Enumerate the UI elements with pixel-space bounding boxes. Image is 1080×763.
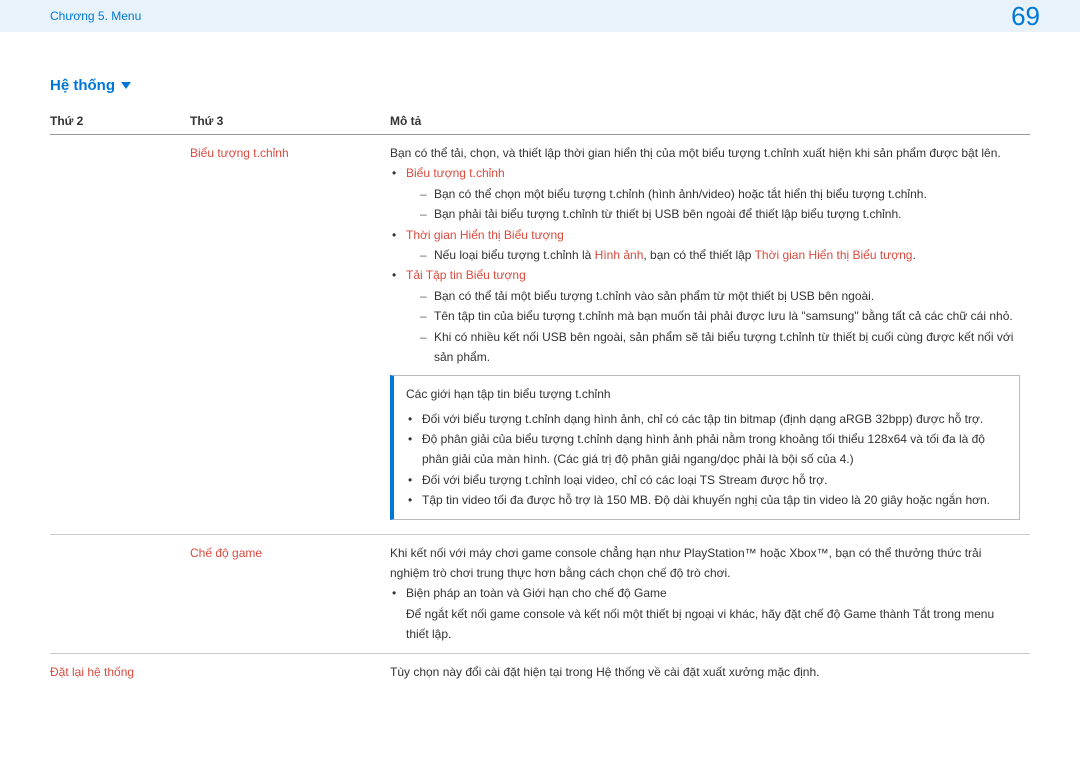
header-col1: Thứ 2 — [50, 108, 190, 135]
bullet-title: Tải Tập tin Biểu tượng — [406, 268, 526, 282]
chapter-label: Chương 5. Menu — [50, 9, 141, 23]
cell-thu3: Biểu tượng t.chỉnh — [190, 135, 390, 535]
note-box: Các giới hạn tập tin biểu tượng t.chỉnh … — [390, 375, 1020, 519]
page-number: 69 — [1011, 1, 1040, 32]
cell-desc: Tùy chọn này đổi cài đặt hiện tại trong … — [390, 653, 1030, 690]
cell-thu3: Chế độ game — [190, 534, 390, 653]
cell-desc: Khi kết nối với máy chơi game console ch… — [390, 534, 1030, 653]
caret-down-icon — [121, 82, 131, 89]
section-title[interactable]: Hệ thống — [50, 77, 131, 94]
header-col3: Mô tả — [390, 108, 1030, 135]
content: Hệ thống Thứ 2 Thứ 3 Mô tả Biểu tượng t.… — [0, 32, 1080, 690]
sub-item: Bạn có thể tải một biểu tượng t.chỉnh và… — [420, 286, 1020, 306]
note-item: Đối với biểu tượng t.chỉnh dạng hình ảnh… — [406, 409, 1007, 429]
bullet-item: Biện pháp an toàn và Giới hạn cho chế độ… — [390, 583, 1020, 603]
note-title: Các giới hạn tập tin biểu tượng t.chỉnh — [406, 384, 1007, 404]
table-row: Chế độ game Khi kết nối với máy chơi gam… — [50, 534, 1030, 653]
note-item: Độ phân giải của biểu tượng t.chỉnh dạng… — [406, 429, 1007, 470]
settings-table: Thứ 2 Thứ 3 Mô tả Biểu tượng t.chỉnh Bạn… — [50, 108, 1030, 690]
bullet-title: Thời gian Hiển thị Biểu tượng — [406, 228, 564, 242]
sub-item: Khi có nhiều kết nối USB bên ngoài, sản … — [420, 327, 1020, 368]
cell-desc: Bạn có thể tải, chọn, và thiết lập thời … — [390, 135, 1030, 535]
topbar: Chương 5. Menu 69 — [0, 0, 1080, 32]
cell-thu2 — [50, 534, 190, 653]
sub-item: Tên tập tin của biểu tượng t.chỉnh mà bạ… — [420, 306, 1020, 326]
note-item: Đối với biểu tượng t.chỉnh loại video, c… — [406, 470, 1007, 490]
bullet-title: Biểu tượng t.chỉnh — [406, 166, 505, 180]
table-row: Đặt lại hệ thống Tùy chọn này đổi cài đặ… — [50, 653, 1030, 690]
intro-text: Bạn có thể tải, chọn, và thiết lập thời … — [390, 143, 1020, 163]
header-col2: Thứ 3 — [190, 108, 390, 135]
sub-item: Bạn phải tải biểu tượng t.chỉnh từ thiết… — [420, 204, 1020, 224]
table-row: Biểu tượng t.chỉnh Bạn có thể tải, chọn,… — [50, 135, 1030, 535]
sub-item: Bạn có thể chọn một biểu tượng t.chỉnh (… — [420, 184, 1020, 204]
note-item: Tập tin video tối đa được hỗ trợ là 150 … — [406, 490, 1007, 510]
cell-thu3 — [190, 653, 390, 690]
sub-item: Nếu loại biểu tượng t.chỉnh là Hình ảnh,… — [420, 245, 1020, 265]
cell-thu2: Đặt lại hệ thống — [50, 653, 190, 690]
section-title-text: Hệ thống — [50, 77, 115, 94]
desc-text: Khi kết nối với máy chơi game console ch… — [390, 543, 1020, 584]
desc-text: Để ngắt kết nối game console và kết nối … — [390, 604, 1020, 645]
cell-thu2 — [50, 135, 190, 535]
